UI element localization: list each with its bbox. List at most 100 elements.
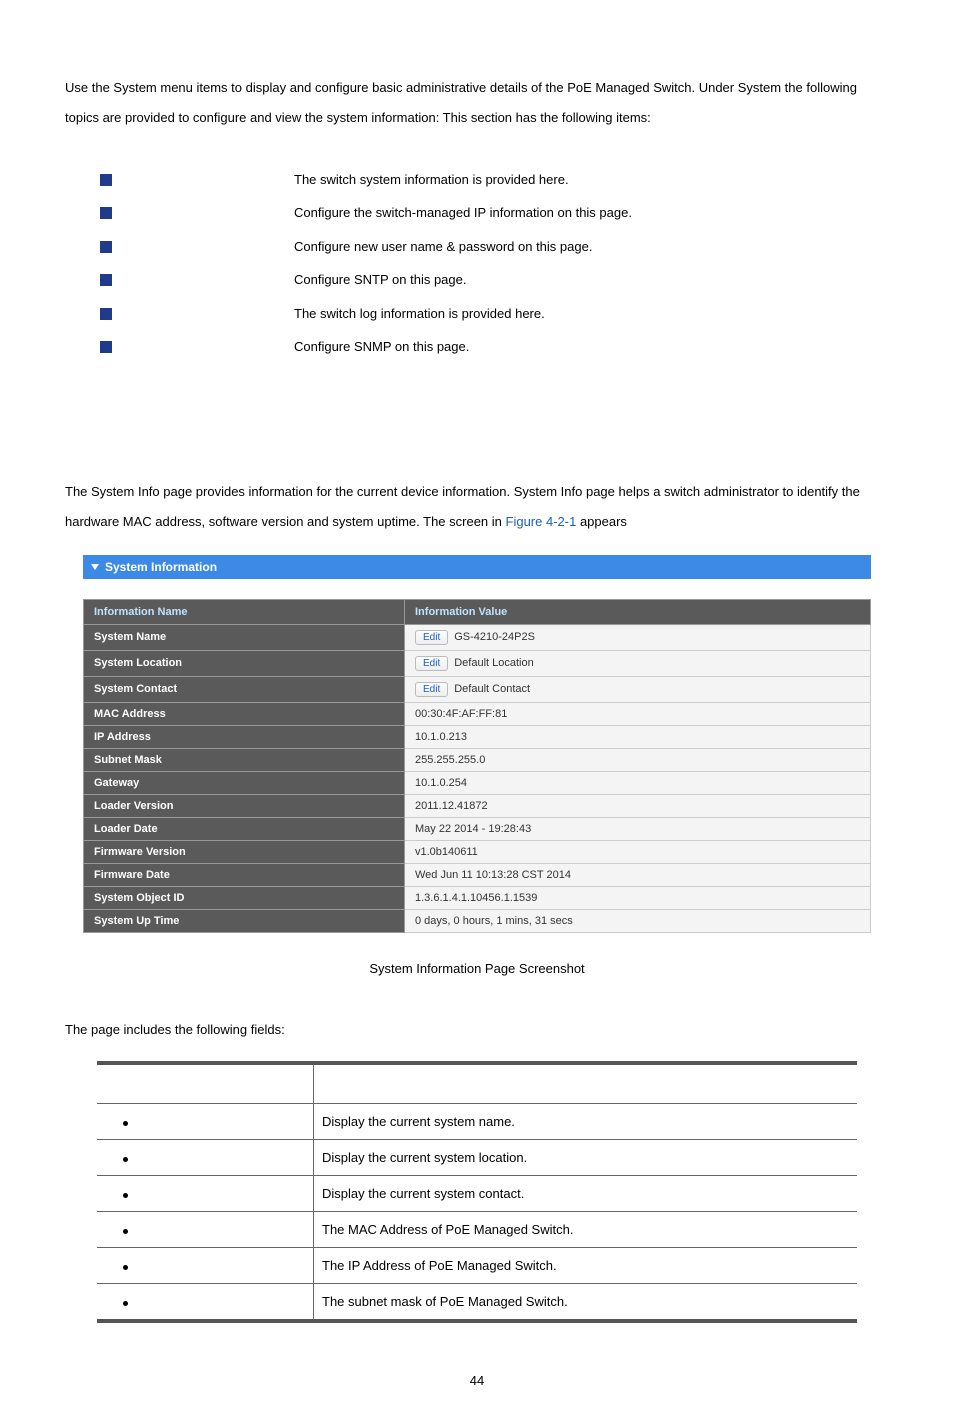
table-row: Display the current system location. bbox=[97, 1139, 857, 1175]
page-number: 44 bbox=[65, 1373, 889, 1388]
info-value-cell: 2011.12.41872 bbox=[405, 794, 871, 817]
col-info-name: Information Name bbox=[84, 599, 405, 624]
field-description-cell: The subnet mask of PoE Managed Switch. bbox=[314, 1283, 858, 1321]
panel-title: System Information bbox=[105, 560, 217, 574]
info-value-cell: Wed Jun 11 10:13:28 CST 2014 bbox=[405, 863, 871, 886]
fields-table: Display the current system name.Display … bbox=[97, 1061, 857, 1323]
info-name-cell: Gateway bbox=[84, 771, 405, 794]
table-row: Loader Version2011.12.41872 bbox=[84, 794, 871, 817]
info-value-cell: Edit Default Location bbox=[405, 650, 871, 676]
system-info-table: Information Name Information Value Syste… bbox=[83, 599, 871, 933]
info-value-cell: 255.255.255.0 bbox=[405, 748, 871, 771]
menu-item: The switch system information is provide… bbox=[100, 163, 889, 197]
table-row: Gateway10.1.0.254 bbox=[84, 771, 871, 794]
field-object-cell bbox=[97, 1103, 314, 1139]
fields-head-object bbox=[97, 1063, 314, 1104]
info-name-cell: System Contact bbox=[84, 676, 405, 702]
menu-item-text: Configure SNMP on this page. bbox=[294, 337, 469, 357]
info-name-cell: Loader Version bbox=[84, 794, 405, 817]
table-row: Subnet Mask255.255.255.0 bbox=[84, 748, 871, 771]
menu-item: Configure SNMP on this page. bbox=[100, 330, 889, 364]
field-description-cell: Display the current system name. bbox=[314, 1103, 858, 1139]
edit-button[interactable]: Edit bbox=[415, 656, 448, 671]
info-value-text: Default Contact bbox=[454, 683, 530, 695]
menu-item-text: Configure the switch-managed IP informat… bbox=[294, 203, 632, 223]
info-value-text: GS-4210-24P2S bbox=[454, 631, 535, 643]
table-row: Firmware DateWed Jun 11 10:13:28 CST 201… bbox=[84, 863, 871, 886]
table-row: System Contact Edit Default Contact bbox=[84, 676, 871, 702]
panel-header[interactable]: System Information bbox=[83, 555, 871, 579]
field-description-cell: Display the current system contact. bbox=[314, 1175, 858, 1211]
menu-item: Configure SNTP on this page. bbox=[100, 263, 889, 297]
field-object-cell bbox=[97, 1211, 314, 1247]
info-value-cell: 0 days, 0 hours, 1 mins, 31 secs bbox=[405, 909, 871, 932]
table-row: System Name Edit GS-4210-24P2S bbox=[84, 624, 871, 650]
square-bullet-icon bbox=[100, 341, 112, 353]
info-name-cell: System Object ID bbox=[84, 886, 405, 909]
info-name-cell: System Location bbox=[84, 650, 405, 676]
info-name-cell: Loader Date bbox=[84, 817, 405, 840]
square-bullet-icon bbox=[100, 241, 112, 253]
dot-bullet-icon bbox=[123, 1301, 128, 1306]
sysinfo-intro-text-1: The System Info page provides informatio… bbox=[65, 484, 860, 529]
edit-button[interactable]: Edit bbox=[415, 630, 448, 645]
table-row: System Up Time0 days, 0 hours, 1 mins, 3… bbox=[84, 909, 871, 932]
edit-button[interactable]: Edit bbox=[415, 682, 448, 697]
menu-item-text: The switch system information is provide… bbox=[294, 170, 569, 190]
info-value-cell: 00:30:4F:AF:FF:81 bbox=[405, 702, 871, 725]
table-row: The MAC Address of PoE Managed Switch. bbox=[97, 1211, 857, 1247]
info-value-cell: 10.1.0.254 bbox=[405, 771, 871, 794]
square-bullet-icon bbox=[100, 308, 112, 320]
info-name-cell: Firmware Date bbox=[84, 863, 405, 886]
info-value-cell: Edit Default Contact bbox=[405, 676, 871, 702]
info-name-cell: Subnet Mask bbox=[84, 748, 405, 771]
table-row: IP Address10.1.0.213 bbox=[84, 725, 871, 748]
table-row: Display the current system contact. bbox=[97, 1175, 857, 1211]
square-bullet-icon bbox=[100, 174, 112, 186]
info-value-text: Default Location bbox=[454, 657, 534, 669]
info-name-cell: System Up Time bbox=[84, 909, 405, 932]
menu-item-text: Configure SNTP on this page. bbox=[294, 270, 466, 290]
menu-item-text: Configure new user name & password on th… bbox=[294, 237, 592, 257]
dot-bullet-icon bbox=[123, 1121, 128, 1126]
dot-bullet-icon bbox=[123, 1193, 128, 1198]
field-description-cell: The IP Address of PoE Managed Switch. bbox=[314, 1247, 858, 1283]
field-object-cell bbox=[97, 1247, 314, 1283]
fields-intro: The page includes the following fields: bbox=[65, 1022, 889, 1037]
chevron-down-icon bbox=[91, 564, 99, 570]
menu-item: Configure new user name & password on th… bbox=[100, 230, 889, 264]
menu-item: Configure the switch-managed IP informat… bbox=[100, 196, 889, 230]
system-information-panel: System Information Information Name Info… bbox=[83, 555, 871, 933]
dot-bullet-icon bbox=[123, 1229, 128, 1234]
sysinfo-intro-text-2: appears bbox=[576, 514, 627, 529]
figure-link[interactable]: Figure 4-2-1 bbox=[506, 514, 577, 529]
dot-bullet-icon bbox=[123, 1265, 128, 1270]
menu-item-list: The switch system information is provide… bbox=[100, 163, 889, 364]
info-name-cell: System Name bbox=[84, 624, 405, 650]
intro-paragraph: Use the System menu items to display and… bbox=[65, 73, 889, 133]
square-bullet-icon bbox=[100, 207, 112, 219]
info-value-cell: 10.1.0.213 bbox=[405, 725, 871, 748]
field-object-cell bbox=[97, 1175, 314, 1211]
field-description-cell: Display the current system location. bbox=[314, 1139, 858, 1175]
menu-item: The switch log information is provided h… bbox=[100, 297, 889, 331]
table-row: System Object ID1.3.6.1.4.1.10456.1.1539 bbox=[84, 886, 871, 909]
dot-bullet-icon bbox=[123, 1157, 128, 1162]
table-row: MAC Address00:30:4F:AF:FF:81 bbox=[84, 702, 871, 725]
table-row: Display the current system name. bbox=[97, 1103, 857, 1139]
info-name-cell: IP Address bbox=[84, 725, 405, 748]
info-value-cell: v1.0b140611 bbox=[405, 840, 871, 863]
sysinfo-intro: The System Info page provides informatio… bbox=[65, 477, 889, 537]
field-object-cell bbox=[97, 1139, 314, 1175]
col-info-value: Information Value bbox=[405, 599, 871, 624]
field-description-cell: The MAC Address of PoE Managed Switch. bbox=[314, 1211, 858, 1247]
table-row: The IP Address of PoE Managed Switch. bbox=[97, 1247, 857, 1283]
fields-head-desc bbox=[314, 1063, 858, 1104]
info-value-cell: Edit GS-4210-24P2S bbox=[405, 624, 871, 650]
table-row: The subnet mask of PoE Managed Switch. bbox=[97, 1283, 857, 1321]
info-name-cell: MAC Address bbox=[84, 702, 405, 725]
table-row: System Location Edit Default Location bbox=[84, 650, 871, 676]
square-bullet-icon bbox=[100, 274, 112, 286]
info-value-cell: May 22 2014 - 19:28:43 bbox=[405, 817, 871, 840]
table-row: Firmware Versionv1.0b140611 bbox=[84, 840, 871, 863]
